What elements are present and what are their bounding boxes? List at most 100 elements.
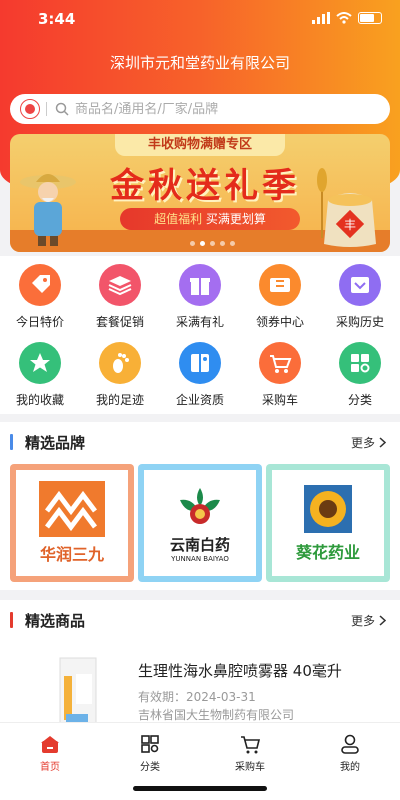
banner-top-label: 丰收购物满赠专区 bbox=[115, 134, 285, 156]
brand-name: 葵花药业 bbox=[295, 543, 360, 562]
tab-label: 首页 bbox=[40, 762, 60, 773]
banner-pagination bbox=[190, 241, 235, 246]
brand-sub: YUNNAN BAIYAO bbox=[171, 554, 229, 563]
pagination-dot[interactable] bbox=[230, 241, 235, 246]
home-icon bbox=[41, 736, 59, 753]
pagination-dot[interactable] bbox=[200, 241, 205, 246]
menu-item[interactable]: 分类 bbox=[320, 334, 400, 412]
brand-row: 华润三九 云南白药 YUNNAN BAIYAO 葵花药业 bbox=[10, 464, 390, 582]
menu-item-label: 今日特价 bbox=[15, 315, 64, 329]
battery-icon bbox=[358, 12, 382, 24]
menu-item[interactable]: 采购车 bbox=[240, 334, 320, 412]
brands-header: 精选品牌 bbox=[0, 422, 400, 462]
banner-sub-b: 买满更划算 bbox=[205, 212, 266, 226]
stack-icon bbox=[99, 264, 141, 306]
book-icon bbox=[179, 342, 221, 384]
nasal-spray-product-image-icon bbox=[59, 657, 97, 728]
cart-icon bbox=[241, 736, 261, 754]
products-more-label: 更多 bbox=[350, 614, 375, 628]
farmer-illustration-icon bbox=[20, 174, 76, 246]
history-cart-icon bbox=[339, 264, 381, 306]
tab-list: 首页 分类 采购车 我的 bbox=[0, 723, 400, 773]
pagination-dot[interactable] bbox=[220, 241, 225, 246]
tab-home[interactable]: 首页 bbox=[0, 723, 100, 773]
company-logo-icon bbox=[20, 99, 40, 119]
yunnan-baiyao-logo-icon bbox=[180, 487, 220, 524]
products-title-bar bbox=[10, 612, 13, 628]
products-title: 精选商品 bbox=[25, 611, 86, 630]
brands-more-label: 更多 bbox=[350, 436, 375, 450]
product-expiry-label: 有效期： bbox=[138, 690, 187, 704]
brand-logo-panel: 葵花药业 bbox=[272, 470, 384, 576]
product-expiry: 有效期：2024-03-31 bbox=[138, 688, 256, 705]
pagination-dot[interactable] bbox=[190, 241, 195, 246]
brands-more-link[interactable]: 更多 bbox=[351, 434, 386, 451]
search-divider bbox=[46, 102, 47, 116]
wifi-icon bbox=[336, 12, 352, 24]
search-input[interactable] bbox=[75, 101, 375, 117]
banner-headline: 金秋送礼季 bbox=[110, 166, 300, 206]
pagination-dot[interactable] bbox=[210, 241, 215, 246]
products-section: 精选商品 更多 生理性海水鼻腔喷雾器 40毫升 有效期：2024-03-31 吉… bbox=[0, 600, 400, 728]
price-tag-icon bbox=[19, 264, 61, 306]
brand-card-yunnan-baiyao[interactable]: 云南白药 YUNNAN BAIYAO bbox=[138, 464, 262, 582]
grid-icon bbox=[339, 342, 381, 384]
search-bar[interactable] bbox=[10, 94, 390, 124]
signal-icon bbox=[312, 12, 330, 24]
status-icons bbox=[312, 12, 382, 24]
menu-item[interactable]: 我的足迹 bbox=[80, 334, 160, 412]
home-indicator bbox=[133, 786, 267, 791]
menu-item[interactable]: 我的收藏 bbox=[0, 334, 80, 412]
brand-card-kuihua[interactable]: 葵花药业 bbox=[266, 464, 390, 582]
tab-cart[interactable]: 采购车 bbox=[200, 723, 300, 773]
product-name: 生理性海水鼻腔喷雾器 40毫升 bbox=[138, 662, 342, 680]
promo-banner[interactable]: 丰收购物满赠专区 金秋送礼季 超值福利 买满更划算 丰 bbox=[10, 134, 390, 252]
tab-label: 我的 bbox=[340, 762, 360, 773]
quick-menu-grid: 今日特价 套餐促销 采满有礼 领券中心 采购历史我的收藏 我的足迹 企业资质 采购车 分类 bbox=[0, 256, 400, 412]
brand-card-huarun[interactable]: 华润三九 bbox=[10, 464, 134, 582]
tab-profile[interactable]: 我的 bbox=[300, 723, 400, 773]
coupon-icon bbox=[259, 264, 301, 306]
menu-item[interactable]: 采购历史 bbox=[320, 256, 400, 334]
menu-item[interactable]: 领券中心 bbox=[240, 256, 320, 334]
menu-item[interactable]: 今日特价 bbox=[0, 256, 80, 334]
product-expiry-date: 2024-03-31 bbox=[186, 690, 256, 704]
chevron-right-icon bbox=[379, 437, 386, 448]
cart-icon bbox=[259, 342, 301, 384]
menu-item[interactable]: 企业资质 bbox=[160, 334, 240, 412]
menu-item-label: 领券中心 bbox=[255, 315, 304, 329]
menu-item-label: 套餐促销 bbox=[95, 315, 144, 329]
brands-section: 精选品牌 更多 华润三九 云南白药 YUNNAN BAIYAO 葵花药业 bbox=[0, 422, 400, 590]
brand-name: 云南白药 bbox=[169, 535, 230, 554]
rice-bag-icon: 丰 bbox=[324, 193, 376, 247]
banner-subline: 超值福利 买满更划算 bbox=[120, 208, 300, 230]
brand-logo-panel: 华润三九 bbox=[16, 470, 128, 576]
brand-name: 华润三九 bbox=[39, 545, 104, 564]
menu-item-label: 采购历史 bbox=[335, 315, 384, 329]
footprint-icon bbox=[99, 342, 141, 384]
star-icon bbox=[19, 342, 61, 384]
tab-category[interactable]: 分类 bbox=[100, 723, 200, 773]
products-more-link[interactable]: 更多 bbox=[351, 612, 386, 629]
menu-item[interactable]: 套餐促销 bbox=[80, 256, 160, 334]
status-bar: 3:44 bbox=[0, 0, 400, 40]
menu-item-label: 采满有礼 bbox=[175, 315, 224, 329]
huarun-logo-icon bbox=[39, 481, 105, 537]
banner-sub-a: 超值福利 bbox=[154, 212, 203, 226]
tab-label: 分类 bbox=[140, 762, 160, 773]
quick-menu: 今日特价 套餐促销 采满有礼 领券中心 采购历史我的收藏 我的足迹 企业资质 采购车 分类 bbox=[0, 256, 400, 414]
sunflower-logo-icon bbox=[304, 485, 352, 533]
products-header: 精选商品 bbox=[0, 600, 400, 640]
chevron-right-icon bbox=[379, 615, 386, 626]
profile-icon bbox=[341, 734, 359, 754]
brands-title: 精选品牌 bbox=[25, 433, 86, 452]
status-time: 3:44 bbox=[38, 10, 76, 28]
menu-item-label: 企业资质 bbox=[175, 393, 224, 407]
gift-icon bbox=[179, 264, 221, 306]
product-card[interactable]: 生理性海水鼻腔喷雾器 40毫升 有效期：2024-03-31 吉林省国大生物制药… bbox=[10, 648, 390, 728]
menu-item-label: 我的足迹 bbox=[95, 393, 144, 407]
app-title: 深圳市元和堂药业有限公司 bbox=[109, 54, 290, 72]
rice-bag-seal: 丰 bbox=[344, 218, 356, 232]
brand-logo-panel: 云南白药 YUNNAN BAIYAO bbox=[144, 470, 256, 576]
menu-item[interactable]: 采满有礼 bbox=[160, 256, 240, 334]
